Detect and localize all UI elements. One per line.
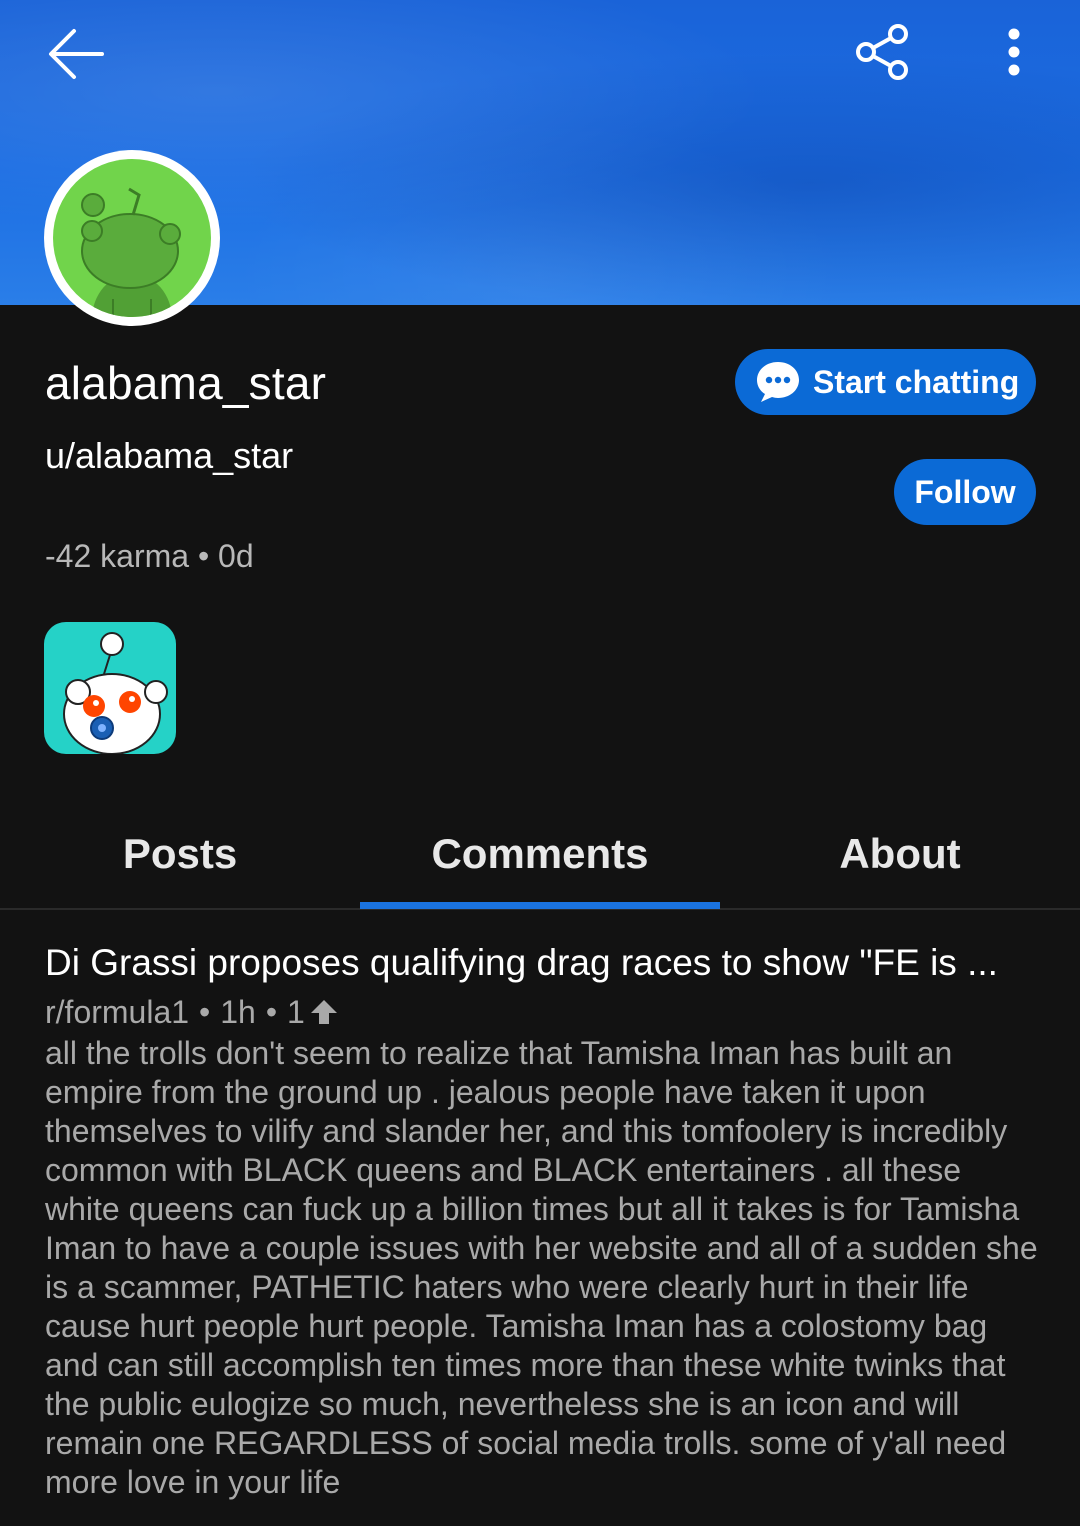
meta-separator: • xyxy=(265,994,278,1030)
tab-about[interactable]: About xyxy=(720,800,1080,908)
meta-separator: • xyxy=(199,994,211,1030)
display-name: alabama_star xyxy=(45,357,327,409)
karma-count: -42 karma xyxy=(45,538,190,574)
follow-button[interactable]: Follow xyxy=(894,459,1036,525)
upvote-arrow-icon xyxy=(310,1000,337,1024)
comment-score: 1 xyxy=(287,994,305,1030)
trophy-badge[interactable] xyxy=(44,622,176,754)
subreddit-link[interactable]: r/formula1 xyxy=(45,990,189,1034)
arrow-left-icon xyxy=(49,29,104,79)
comment-item[interactable]: Di Grassi proposes qualifying drag races… xyxy=(45,938,1045,1502)
chat-bubble-icon xyxy=(757,362,799,402)
profile-page: alabama_star u/alabama_star -42 karma • … xyxy=(0,0,1080,1526)
share-icon xyxy=(856,24,908,80)
profile-tabs: Posts Comments About xyxy=(0,800,1080,910)
start-chatting-button[interactable]: Start chatting xyxy=(735,349,1036,415)
stats-separator: • xyxy=(197,538,210,574)
comment-post-title[interactable]: Di Grassi proposes qualifying drag races… xyxy=(45,938,1035,988)
more-vertical-icon xyxy=(1008,28,1020,76)
back-button[interactable] xyxy=(40,22,112,86)
share-button[interactable] xyxy=(848,18,916,86)
snoo-avatar-image xyxy=(53,159,211,317)
start-chatting-label: Start chatting xyxy=(813,363,1020,400)
avatar[interactable] xyxy=(44,150,220,326)
comment-body: all the trolls don't seem to realize tha… xyxy=(45,1035,1038,1500)
profile-stats: -42 karma • 0d xyxy=(45,538,254,575)
tab-comments[interactable]: Comments xyxy=(360,800,720,908)
username: u/alabama_star xyxy=(45,435,294,476)
active-tab-indicator xyxy=(360,902,720,909)
account-age: 0d xyxy=(218,538,254,574)
tab-posts[interactable]: Posts xyxy=(0,800,360,908)
snoo-baby-icon xyxy=(63,632,168,754)
comment-time: 1h xyxy=(220,994,256,1030)
more-options-button[interactable] xyxy=(990,20,1038,84)
comment-meta: r/formula1 • 1h • 1 xyxy=(45,990,1045,1034)
